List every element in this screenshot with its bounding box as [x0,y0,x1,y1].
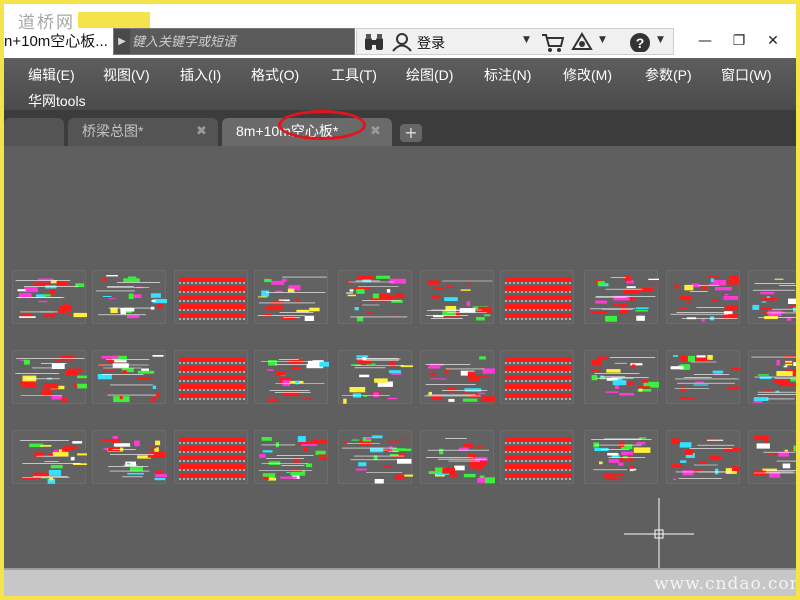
drawing-canvas[interactable] [4,146,796,570]
drawing-sheet-thumbnail[interactable] [174,430,248,484]
site-watermark-url: www.cndao.com [654,574,796,594]
drawing-sheet-thumbnail[interactable] [420,350,495,404]
drawing-sheet-thumbnail[interactable] [338,350,413,404]
menu-format[interactable]: 格式(O) [251,65,299,85]
search-box: ▶ [113,28,355,55]
cart-icon[interactable] [541,32,565,52]
menu-insert[interactable]: 插入(I) [180,65,221,85]
close-icon[interactable]: ✖ [370,118,381,144]
drawing-sheet-thumbnail[interactable] [174,270,248,324]
help-icon[interactable]: ? [629,32,651,52]
close-icon[interactable]: ✕ [756,30,790,54]
menu-bar: 编辑(E) 视图(V) 插入(I) 格式(O) 工具(T) 绘图(D) 标注(N… [4,58,796,110]
drawing-sheet-thumbnail[interactable] [92,270,167,324]
chevron-down-icon[interactable]: ▼ [657,35,664,45]
menu-parameter[interactable]: 参数(P) [645,65,692,85]
autodesk-a360-icon[interactable] [571,32,593,52]
menu-dimension[interactable]: 标注(N) [484,65,531,85]
tab-bridge-general[interactable]: 桥梁总图* ✖ [68,118,218,146]
drawing-sheet-thumbnail[interactable] [420,270,494,324]
drawing-sheet-thumbnail[interactable] [174,350,248,404]
menu-view[interactable]: 视图(V) [103,65,150,85]
search-expand-icon[interactable]: ▶ [114,29,130,54]
drawing-sheet-thumbnail[interactable] [254,270,328,324]
menu-huawang-tools[interactable]: 华网tools [28,91,86,111]
menu-window[interactable]: 窗口(W) [721,65,772,85]
drawing-sheet-thumbnail[interactable] [500,270,574,324]
menu-modify[interactable]: 修改(M) [563,65,612,85]
drawing-sheet-thumbnail[interactable] [584,350,659,404]
drawing-sheet-thumbnail[interactable] [92,430,167,484]
drawing-sheet-thumbnail[interactable] [12,270,87,324]
new-tab-plus-icon[interactable]: + [400,124,422,142]
search-input[interactable] [132,31,350,52]
drawing-sheet-thumbnail[interactable] [584,270,659,324]
app-window: 道桥网 n+10m空心板... ▶ 登录 ▼ [4,4,796,596]
drawing-sheet-thumbnail[interactable] [338,430,413,484]
tab-start[interactable] [4,118,64,146]
drawing-sheet-thumbnail[interactable] [500,350,574,404]
minimize-icon[interactable]: — [688,30,722,54]
drawing-sheet-thumbnail[interactable] [584,430,658,484]
watermark-highlight [78,12,150,28]
menu-edit[interactable]: 编辑(E) [28,65,75,85]
drawing-sheet-thumbnail[interactable] [748,430,796,484]
drawing-sheet-thumbnail[interactable] [500,430,574,484]
drawing-sheet-thumbnail[interactable] [748,350,796,404]
drawing-sheet-thumbnail[interactable] [666,270,740,324]
document-title: n+10m空心板... [4,33,108,50]
drawing-sheet-thumbnail[interactable] [12,350,87,404]
drawing-sheet-thumbnail[interactable] [254,350,329,404]
crosshair-cursor-icon [624,498,694,570]
drawing-sheet-thumbnail[interactable] [666,430,741,484]
svg-text:?: ? [636,35,645,51]
close-icon[interactable]: ✖ [196,118,207,144]
drawing-sheet-thumbnail[interactable] [666,350,741,404]
menu-tools[interactable]: 工具(T) [331,65,377,85]
document-tab-bar: 桥梁总图* ✖ 8m+10m空心板* ✖ + [4,110,796,146]
drawing-sheet-thumbnail[interactable] [12,430,87,484]
chevron-down-icon[interactable]: ▼ [523,35,530,45]
drawing-sheet-thumbnail[interactable] [92,350,166,404]
tab-label: 桥梁总图* [82,123,144,139]
annotation-ellipse [278,110,366,140]
restore-icon[interactable]: ❐ [722,30,756,54]
window-controls: — ❐ ✕ [688,30,796,54]
info-toolbar: 登录 ▼ ▼ ? ▼ [356,28,674,55]
chevron-down-icon[interactable]: ▼ [599,35,606,45]
login-button[interactable]: 登录 [417,33,445,53]
title-bar: 道桥网 n+10m空心板... ▶ 登录 ▼ [4,4,796,58]
status-bar: www.cndao.com [4,568,796,596]
user-icon[interactable] [391,32,413,52]
drawing-sheet-thumbnail[interactable] [748,270,796,324]
drawing-sheet-thumbnail[interactable] [338,270,412,324]
drawing-sheet-thumbnail[interactable] [420,430,495,484]
binoculars-icon[interactable] [363,32,385,52]
drawing-sheet-thumbnail[interactable] [254,430,329,484]
menu-draw[interactable]: 绘图(D) [406,65,453,85]
